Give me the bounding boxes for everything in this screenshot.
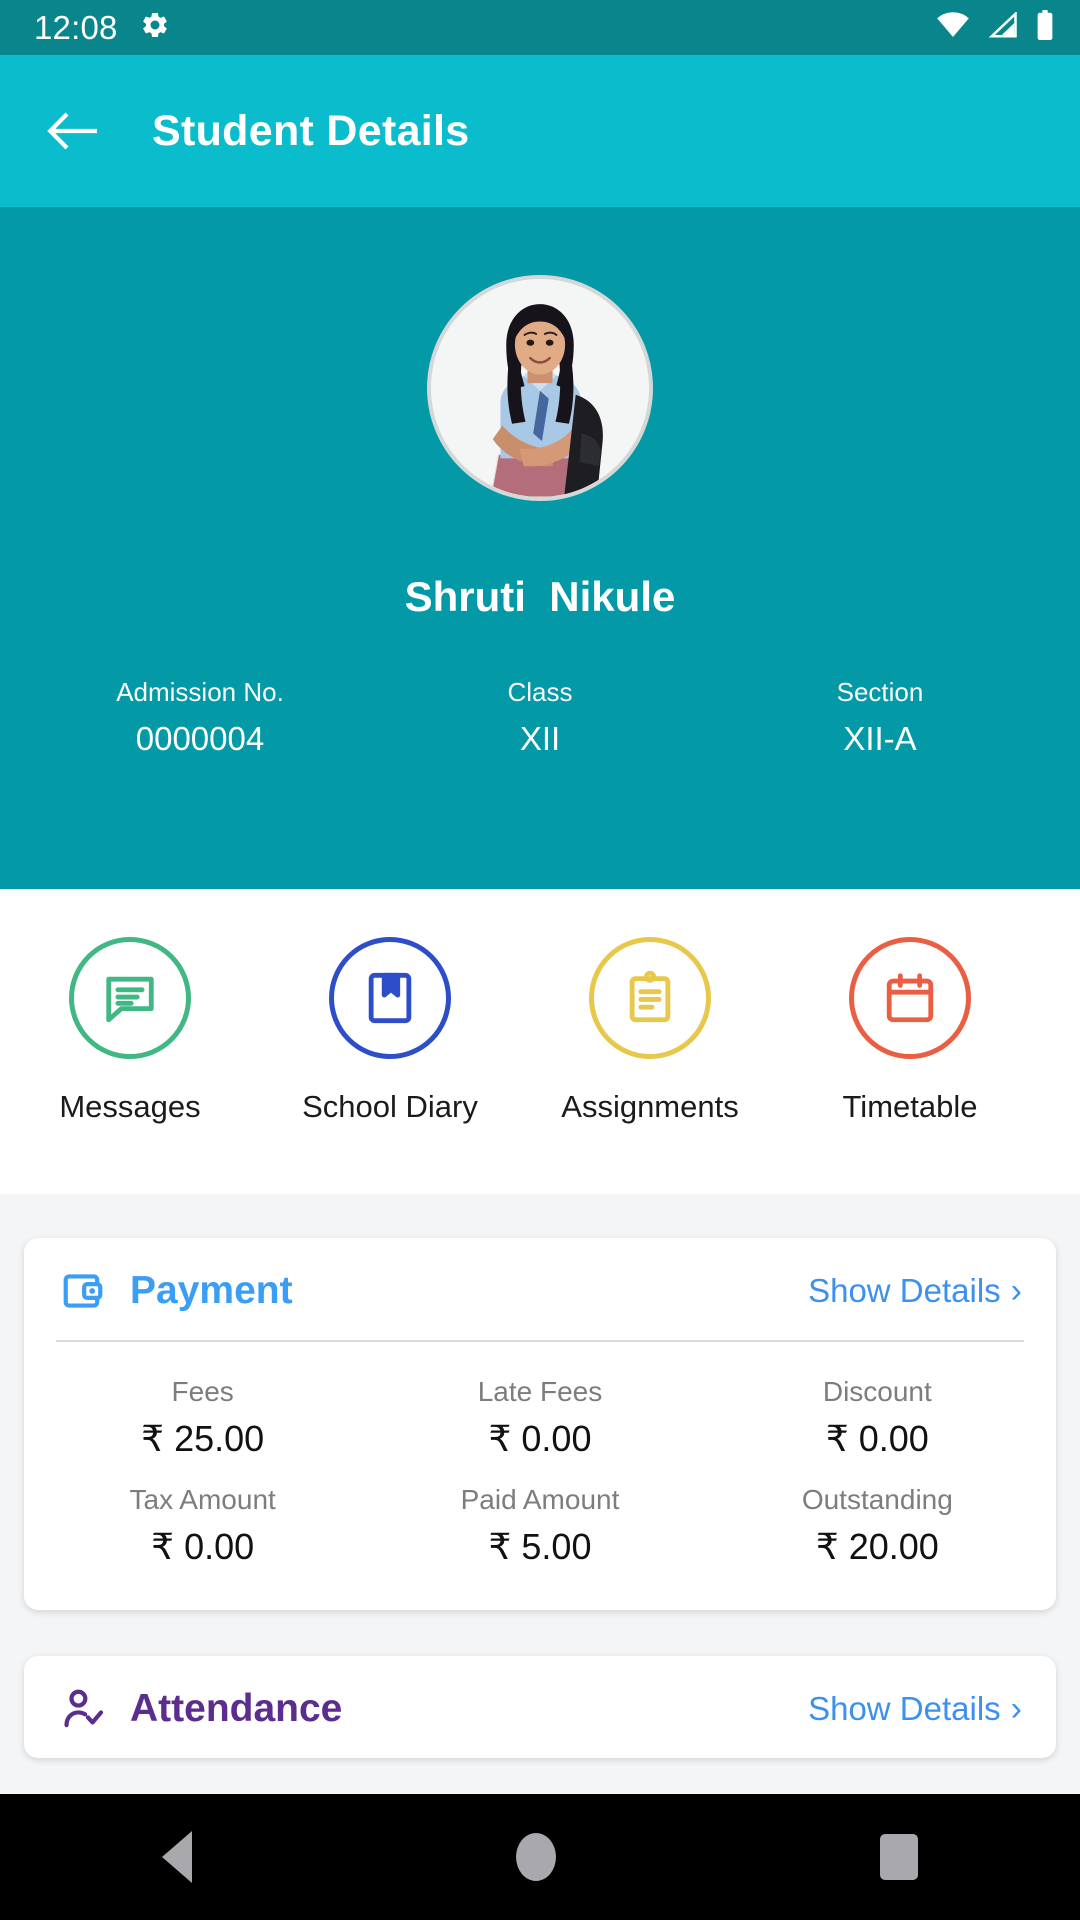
- quick-action-circle: [69, 937, 191, 1059]
- payment-row: Tax Amount ₹ 0.00 Paid Amount ₹ 5.00 Out…: [34, 1472, 1046, 1580]
- student-name: Shruti Nikule: [404, 573, 676, 620]
- payment-values-grid: Fees ₹ 25.00 Late Fees ₹ 0.00 Discount ₹…: [24, 1342, 1056, 1610]
- quick-action-circle: [329, 937, 451, 1059]
- android-navigation-bar: [0, 1794, 1080, 1920]
- chevron-right-icon: ›: [1010, 1690, 1022, 1728]
- quick-action-timetable[interactable]: Timetable: [780, 937, 1040, 1125]
- nav-home-icon[interactable]: [516, 1833, 556, 1881]
- quick-actions-row[interactable]: Messages School Diary Assignments Timeta…: [0, 889, 1080, 1194]
- payment-row: Fees ₹ 25.00 Late Fees ₹ 0.00 Discount ₹…: [34, 1364, 1046, 1472]
- payment-cell-outstanding: Outstanding ₹ 20.00: [709, 1472, 1046, 1580]
- nav-back-icon[interactable]: [162, 1831, 192, 1883]
- status-bar-right: [936, 10, 1054, 45]
- quick-action-circle: [849, 937, 971, 1059]
- cell-value: ₹ 0.00: [488, 1418, 592, 1459]
- payment-cell-fees: Fees ₹ 25.00: [34, 1364, 371, 1472]
- cell-label: Outstanding: [801, 1484, 953, 1515]
- attendance-card-title: Attendance: [130, 1687, 343, 1730]
- cell-value: ₹ 25.00: [141, 1418, 265, 1459]
- nav-recents-icon[interactable]: [880, 1834, 918, 1880]
- status-bar: 12:08: [0, 0, 1080, 55]
- quick-action-label: Assignments: [561, 1089, 739, 1124]
- cell-label: Tax Amount: [129, 1484, 276, 1515]
- quick-action-school-diary[interactable]: School Diary: [260, 937, 520, 1125]
- payment-card-title: Payment: [130, 1269, 293, 1312]
- back-button[interactable]: [46, 104, 100, 158]
- payment-card-header: Payment Show Details ›: [24, 1238, 1056, 1340]
- payment-cell-discount: Discount ₹ 0.00: [709, 1364, 1046, 1472]
- meta-value: XII-A: [843, 720, 917, 757]
- cell-label: Paid Amount: [460, 1484, 620, 1515]
- profile-header: Shruti Nikule Admission No. 0000004 Clas…: [0, 207, 1080, 889]
- cellular-signal-icon: [988, 10, 1018, 43]
- student-meta-row: Admission No. 0000004 Class XII Section …: [0, 677, 1080, 758]
- gear-icon: [140, 10, 170, 45]
- meta-value: 0000004: [135, 720, 265, 757]
- payment-show-details-link[interactable]: Show Details ›: [808, 1272, 1022, 1310]
- cell-value: ₹ 0.00: [151, 1526, 255, 1567]
- meta-label: Admission No.: [116, 677, 284, 707]
- quick-action-messages[interactable]: Messages: [0, 937, 260, 1125]
- quick-action-label: Timetable: [842, 1089, 978, 1124]
- payment-card-title-group: Payment: [60, 1268, 293, 1314]
- status-time: 12:08: [34, 8, 118, 46]
- status-bar-left: 12:08: [34, 9, 170, 47]
- chevron-right-icon: ›: [1010, 1272, 1022, 1310]
- arrow-left-icon: [47, 112, 97, 150]
- show-details-label: Show Details: [808, 1690, 1001, 1727]
- attendance-show-details-link[interactable]: Show Details ›: [808, 1690, 1022, 1728]
- attendance-card: Attendance Show Details ›: [24, 1656, 1056, 1758]
- payment-cell-late-fees: Late Fees ₹ 0.00: [371, 1364, 708, 1472]
- payment-card: Payment Show Details › Fees ₹ 25.00 Late…: [24, 1238, 1056, 1610]
- calendar-icon: [886, 973, 934, 1023]
- app-bar: Student Details: [0, 55, 1080, 207]
- meta-section: Section XII-A: [710, 677, 1050, 758]
- meta-admission-no: Admission No. 0000004: [30, 677, 370, 758]
- cell-label: Late Fees: [477, 1376, 603, 1407]
- quick-action-circle: [589, 937, 711, 1059]
- chat-bubble-icon: [106, 976, 154, 1023]
- cell-label: Fees: [171, 1376, 234, 1407]
- phone-screen: 12:08 Student Details Shruti Nikule Admi…: [0, 0, 1080, 1920]
- meta-label: Class: [507, 677, 573, 707]
- show-details-label: Show Details: [808, 1272, 1001, 1309]
- cell-label: Discount: [822, 1376, 932, 1407]
- book-bookmark-icon: [368, 972, 412, 1024]
- quick-action-label: School Diary: [302, 1089, 478, 1124]
- person-check-icon: [64, 1689, 104, 1728]
- clipboard-icon: [629, 970, 671, 1023]
- wifi-icon: [936, 12, 970, 43]
- meta-class: Class XII: [370, 677, 710, 758]
- avatar: [427, 275, 653, 501]
- student-photo: [431, 279, 649, 497]
- attendance-card-header: Attendance Show Details ›: [24, 1656, 1056, 1758]
- meta-value: XII: [519, 720, 561, 757]
- quick-action-label: Messages: [59, 1089, 201, 1124]
- battery-icon: [1036, 10, 1054, 45]
- quick-action-assignments[interactable]: Assignments: [520, 937, 780, 1125]
- wallet-icon: [63, 1274, 103, 1308]
- payment-cell-tax-amount: Tax Amount ₹ 0.00: [34, 1472, 371, 1580]
- cell-value: ₹ 20.00: [815, 1526, 939, 1567]
- cell-value: ₹ 0.00: [825, 1418, 929, 1459]
- payment-cell-paid-amount: Paid Amount ₹ 5.00: [371, 1472, 708, 1580]
- attendance-card-title-group: Attendance: [60, 1686, 342, 1732]
- meta-label: Section: [836, 677, 924, 707]
- cell-value: ₹ 5.00: [488, 1526, 592, 1567]
- page-title: Student Details: [152, 106, 470, 155]
